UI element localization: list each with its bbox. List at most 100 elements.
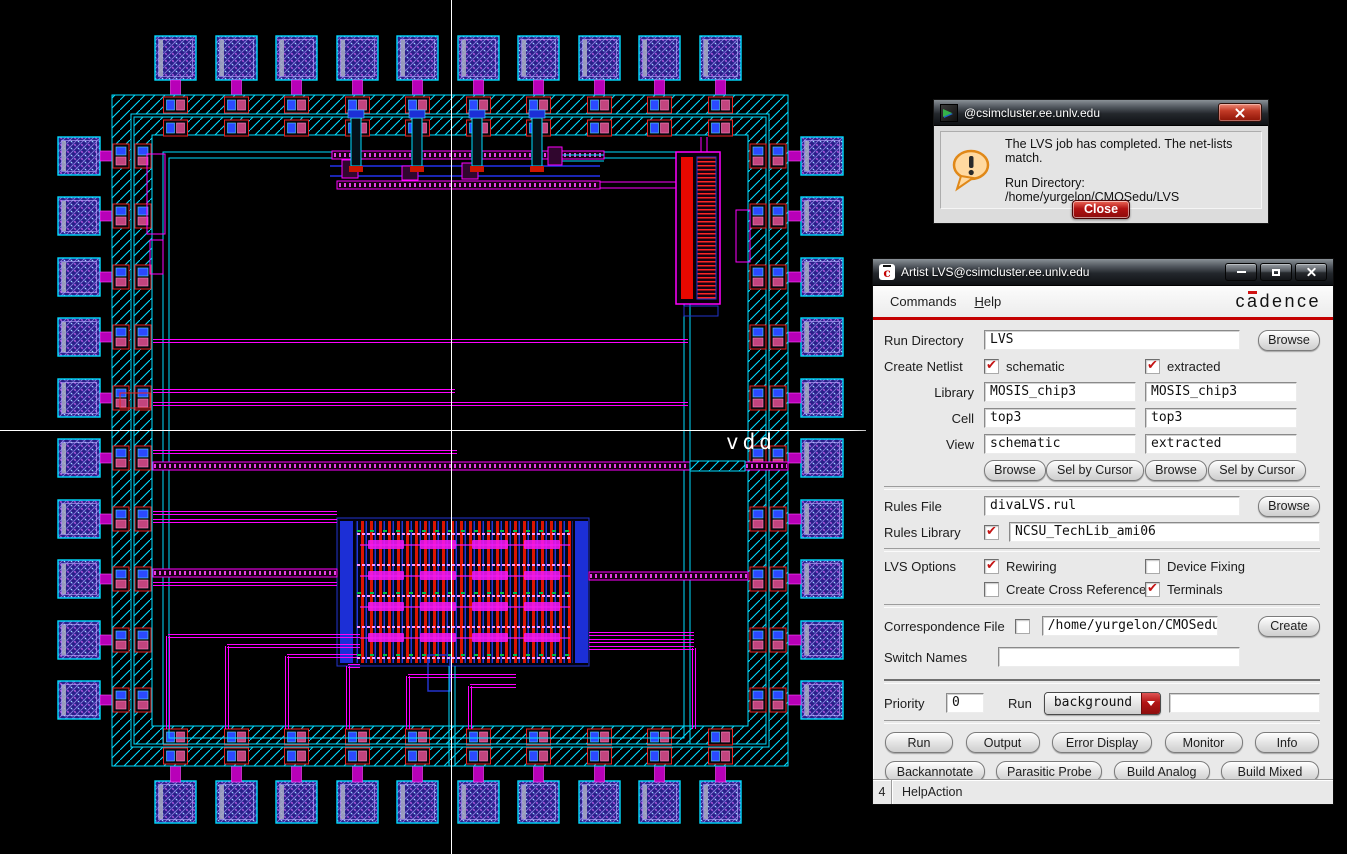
lvs-options-row1: LVS Options Rewiring Device Fixing	[884, 555, 1320, 578]
create-netlist-row: Create Netlist schematic extracted	[884, 353, 1320, 379]
schematic-checkbox-label: schematic	[1006, 359, 1065, 374]
run-mode-value: background	[1045, 693, 1141, 714]
cell-schematic-field[interactable]: top3	[984, 408, 1136, 428]
separator	[884, 720, 1320, 724]
create-netlist-label: Create Netlist	[884, 359, 984, 374]
run-directory-browse-button[interactable]: Browse	[1258, 330, 1320, 351]
lvs-titlebar[interactable]: Artist LVS@csimcluster.ee.unlv.edu	[873, 259, 1333, 286]
run-button[interactable]: Run	[885, 732, 953, 753]
view-schematic-field[interactable]: schematic	[984, 434, 1136, 454]
rules-file-field[interactable]: divaLVS.rul	[984, 496, 1240, 516]
correspondence-file-row: Correspondence File /home/yurgelon/CMOSe…	[884, 611, 1320, 641]
separator	[884, 548, 1320, 552]
status-text: HelpAction	[892, 780, 962, 804]
correspondence-file-field[interactable]: /home/yurgelon/CMOSedu/lvs_c	[1042, 616, 1218, 636]
run-directory-row: Run Directory LVS Browse	[884, 327, 1320, 353]
close-button[interactable]: Close	[1072, 200, 1130, 219]
switch-names-label: Switch Names	[884, 650, 984, 665]
notification-titlebar[interactable]: @csimcluster.ee.unlv.edu	[934, 100, 1268, 126]
run-mode-label: Run	[1008, 696, 1032, 711]
output-button[interactable]: Output	[966, 732, 1040, 753]
priority-field[interactable]: 0	[946, 693, 984, 713]
app-icon	[940, 104, 958, 122]
separator	[884, 604, 1320, 608]
parasitic-probe-button[interactable]: Parasitic Probe	[996, 761, 1102, 779]
monitor-button[interactable]: Monitor	[1165, 732, 1243, 753]
top-bus	[330, 137, 707, 189]
notification-message-panel: The LVS job has completed. The net-lists…	[940, 131, 1262, 209]
view-row: View schematic extracted	[884, 431, 1320, 457]
status-number: 4	[873, 780, 892, 804]
lvs-statusbar: 4 HelpAction	[873, 779, 1333, 804]
correspondence-file-checkbox[interactable]	[1015, 619, 1030, 634]
notification-line1: The LVS job has completed. The net-lists…	[1005, 137, 1253, 165]
menu-help[interactable]: Help	[965, 290, 1010, 313]
priority-label: Priority	[884, 696, 946, 711]
extracted-checkbox[interactable]	[1145, 359, 1160, 374]
cadence-logo: cadence	[1235, 291, 1321, 312]
terminals-checkbox[interactable]	[1145, 582, 1160, 597]
lvs-window: Artist LVS@csimcluster.ee.unlv.edu Comma…	[872, 258, 1334, 805]
library-extracted-field[interactable]: MOSIS_chip3	[1145, 382, 1297, 402]
lvs-window-title: Artist LVS@csimcluster.ee.unlv.edu	[901, 265, 1219, 279]
run-directory-field[interactable]: LVS	[984, 330, 1240, 350]
menu-commands[interactable]: Commands	[881, 290, 965, 313]
backannotate-button[interactable]: Backannotate	[885, 761, 985, 779]
library-schematic-field[interactable]: MOSIS_chip3	[984, 382, 1136, 402]
vdd-rail-segment	[690, 461, 745, 471]
action-buttons-row: Run Output Error Display Monitor Info	[885, 732, 1319, 753]
close-window-button[interactable]	[1218, 103, 1262, 122]
view-label: View	[884, 437, 984, 452]
rules-library-checkbox[interactable]	[984, 525, 999, 540]
device-fixing-checkbox[interactable]	[1145, 559, 1160, 574]
info-button[interactable]: Info	[1255, 732, 1319, 753]
vdd-net-label: vdd	[726, 430, 776, 454]
notification-line2: Run Directory: /home/yurgelon/CMOSedu/LV…	[1005, 176, 1253, 204]
schematic-checkbox[interactable]	[984, 359, 999, 374]
terminals-label: Terminals	[1167, 582, 1223, 597]
run-directory-label: Run Directory	[884, 333, 984, 348]
create-cross-reference-checkbox[interactable]	[984, 582, 999, 597]
error-display-button[interactable]: Error Display	[1052, 732, 1152, 753]
close-icon	[1235, 108, 1245, 118]
close-window-button[interactable]	[1295, 263, 1327, 281]
run-args-field[interactable]	[1169, 693, 1320, 713]
notification-title: @csimcluster.ee.unlv.edu	[964, 106, 1212, 120]
lvs-menubar: Commands Help cadence	[873, 286, 1333, 317]
rules-file-row: Rules File divaLVS.rul Browse	[884, 493, 1320, 519]
switch-names-field[interactable]	[998, 647, 1240, 667]
view-extracted-field[interactable]: extracted	[1145, 434, 1297, 454]
cell-extracted-field[interactable]: top3	[1145, 408, 1297, 428]
extracted-browse-button[interactable]: Browse	[1145, 460, 1207, 481]
run-mode-dropdown[interactable]: background	[1044, 692, 1161, 715]
build-mixed-button[interactable]: Build Mixed	[1221, 761, 1319, 779]
close-icon	[1307, 268, 1316, 277]
lvs-options-row2: Create Cross Reference Terminals	[884, 578, 1320, 601]
cell-row: Cell top3 top3	[884, 405, 1320, 431]
library-row: Library MOSIS_chip3 MOSIS_chip3	[884, 379, 1320, 405]
switch-names-row: Switch Names	[884, 641, 1320, 673]
separator	[884, 679, 1320, 684]
notification-window: @csimcluster.ee.unlv.edu The LVS job has…	[933, 99, 1269, 224]
lvs-options-label: LVS Options	[884, 559, 984, 574]
maximize-button[interactable]	[1260, 263, 1292, 281]
extracted-sel-by-cursor-button[interactable]: Sel by Cursor	[1208, 460, 1306, 481]
rules-library-label: Rules Library	[884, 525, 984, 540]
correspondence-create-button[interactable]: Create	[1258, 616, 1320, 637]
minimize-button[interactable]	[1225, 263, 1257, 281]
schematic-browse-button[interactable]: Browse	[984, 460, 1046, 481]
rewiring-checkbox[interactable]	[984, 559, 999, 574]
selector-buttons-row: Browse Sel by Cursor Browse Sel by Curso…	[884, 457, 1320, 483]
rewiring-label: Rewiring	[1006, 559, 1057, 574]
schematic-sel-by-cursor-button[interactable]: Sel by Cursor	[1046, 460, 1144, 481]
separator	[884, 486, 1320, 490]
rules-file-browse-button[interactable]: Browse	[1258, 496, 1320, 517]
minimize-icon	[1237, 271, 1246, 273]
build-analog-button[interactable]: Build Analog	[1114, 761, 1210, 779]
warning-icon	[949, 147, 993, 193]
rules-library-field[interactable]: NCSU_TechLib_ami06	[1009, 522, 1320, 542]
notification-body: The LVS job has completed. The net-lists…	[934, 126, 1268, 222]
cadence-app-icon	[879, 264, 895, 280]
desktop: vdd @csimcluster.ee.unlv.edu	[0, 0, 1347, 854]
library-label: Library	[884, 385, 984, 400]
